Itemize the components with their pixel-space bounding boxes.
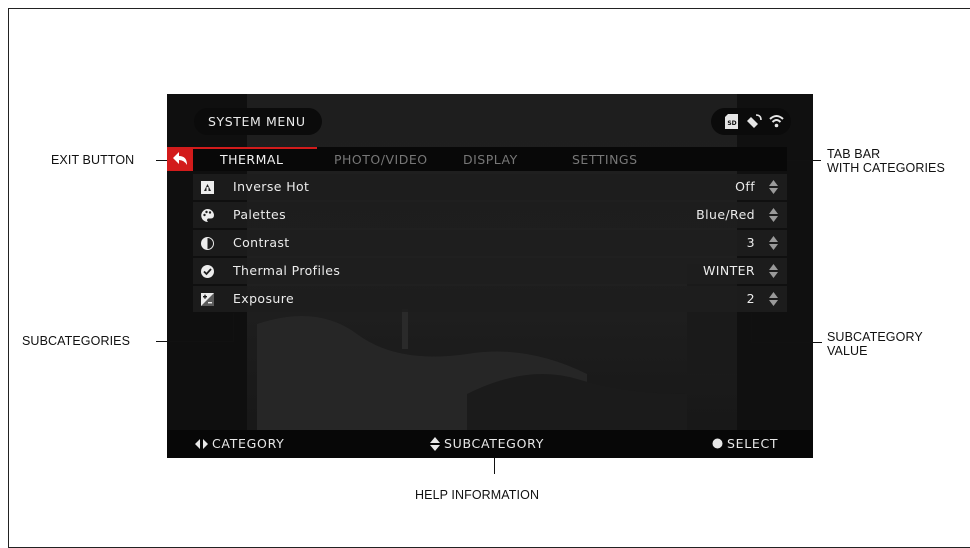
menu-value: Blue/Red: [696, 207, 755, 222]
tab-bar: THERMAL PHOTO/VIDEO DISPLAY SETTINGS: [167, 147, 787, 171]
up-down-arrows-icon: [769, 292, 778, 306]
leader-line-value-v: [751, 313, 752, 343]
menu-value: 2: [746, 291, 755, 306]
exposure-icon: [201, 293, 214, 306]
annotation-subcategory-value-line2: VALUE: [827, 344, 868, 358]
annotation-tab-bar: TAB BAR WITH CATEGORIES: [827, 147, 945, 175]
annotation-exit-button: EXIT BUTTON: [51, 153, 135, 167]
up-down-arrows-icon: [769, 180, 778, 194]
help-category-label: CATEGORY: [212, 436, 285, 451]
exit-button[interactable]: [167, 147, 193, 171]
menu-row-thermal-profiles[interactable]: Thermal Profiles WINTER: [193, 258, 787, 284]
menu-label: Palettes: [233, 207, 287, 222]
menu-row-exposure[interactable]: Exposure 2: [193, 286, 787, 312]
check-circle-icon: [201, 265, 214, 278]
left-right-arrows-icon: [195, 438, 208, 449]
menu-label: Exposure: [233, 291, 295, 306]
palette-icon: [201, 209, 214, 222]
svg-text:SD: SD: [727, 120, 736, 127]
leader-line-help: [494, 458, 495, 474]
device-screen: SYSTEM MENU SD THERMAL PHOTO/VIDEO DISPL…: [167, 94, 813, 458]
help-select-label: SELECT: [727, 436, 779, 451]
up-down-arrows-icon: [769, 208, 778, 222]
tab-thermal[interactable]: THERMAL: [193, 147, 317, 171]
annotation-subcategory-value-line1: SUBCATEGORY: [827, 330, 923, 344]
system-menu-title: SYSTEM MENU: [194, 108, 322, 135]
up-down-arrows-icon: [430, 436, 440, 451]
select-dot-icon: [712, 438, 723, 449]
help-subcategory-label: SUBCATEGORY: [444, 436, 545, 451]
menu-label: Contrast: [233, 235, 290, 250]
wifi-icon: [769, 115, 784, 128]
annotation-help-information: HELP INFORMATION: [415, 488, 540, 502]
help-subcategory: SUBCATEGORY: [430, 430, 544, 458]
menu-row-inverse-hot[interactable]: Inverse Hot Off: [193, 174, 787, 200]
help-bar: CATEGORY SUBCATEGORY SELECT: [167, 430, 813, 458]
contrast-icon: [201, 237, 214, 250]
help-select: SELECT: [712, 430, 778, 458]
status-icons: SD: [711, 108, 791, 135]
tab-display[interactable]: DISPLAY: [463, 147, 518, 171]
up-down-arrows-icon: [769, 236, 778, 250]
menu-label: Inverse Hot: [233, 179, 310, 194]
leader-line-subcategories-h: [156, 341, 234, 342]
annotation-subcategories: SUBCATEGORIES: [22, 334, 131, 348]
menu-value: Off: [735, 179, 755, 194]
subcategory-list: Inverse Hot Off Palettes Blue/Red Contra…: [193, 174, 787, 314]
leader-line-tab-bar: [787, 160, 821, 161]
menu-row-contrast[interactable]: Contrast 3: [193, 230, 787, 256]
menu-row-palettes[interactable]: Palettes Blue/Red: [193, 202, 787, 228]
leader-line-exit: [156, 160, 167, 161]
tab-settings[interactable]: SETTINGS: [572, 147, 638, 171]
menu-label: Thermal Profiles: [233, 263, 341, 278]
menu-value: WINTER: [702, 263, 755, 278]
annotation-subcategory-value: SUBCATEGORY VALUE: [827, 330, 923, 358]
menu-value: 3: [746, 235, 755, 250]
leader-line-subcategories-v: [233, 313, 234, 342]
back-arrow-icon: [173, 152, 187, 165]
help-category: CATEGORY: [195, 430, 285, 458]
gps-icon: [747, 114, 762, 128]
inverse-hot-icon: [201, 181, 214, 194]
annotation-tab-bar-line1: TAB BAR: [827, 147, 881, 161]
annotation-tab-bar-line2: WITH CATEGORIES: [827, 161, 945, 175]
sd-card-icon: SD: [725, 114, 738, 129]
leader-line-value-h: [751, 342, 822, 343]
tab-photo-video[interactable]: PHOTO/VIDEO: [334, 147, 428, 171]
up-down-arrows-icon: [769, 264, 778, 278]
